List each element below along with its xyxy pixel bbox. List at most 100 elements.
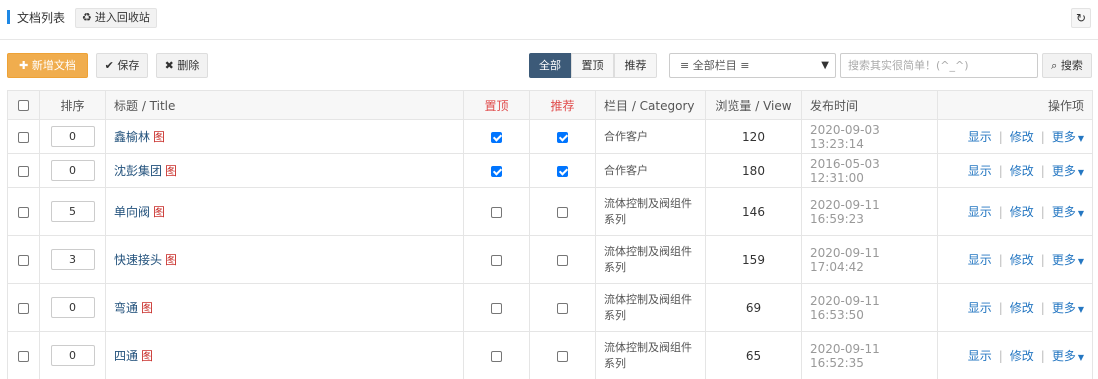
actions-cell: 显示 | 修改 | 更多 ▼ bbox=[937, 331, 1093, 379]
row-checkbox[interactable] bbox=[18, 302, 29, 314]
refresh-button[interactable]: ↻ bbox=[1071, 8, 1091, 28]
sort-input[interactable]: 3 bbox=[50, 249, 95, 270]
add-document-label: 新增文档 bbox=[31, 59, 76, 72]
recycle-bin-label: 进入回收站 bbox=[94, 11, 150, 24]
search-button[interactable]: ⌕ 搜索 bbox=[1042, 53, 1092, 78]
row-checkbox[interactable] bbox=[18, 165, 29, 177]
search-input[interactable] bbox=[840, 53, 1038, 78]
actions-cell: 显示 | 修改 | 更多 ▼ bbox=[937, 283, 1093, 332]
recycle-bin-button[interactable]: ♻ 进入回收站 bbox=[75, 8, 157, 28]
sort-input[interactable]: 0 bbox=[50, 160, 95, 181]
actions-cell: 显示 | 修改 | 更多 ▼ bbox=[937, 235, 1093, 284]
more-dropdown[interactable]: 更多 ▼ bbox=[1052, 349, 1084, 363]
recommend-checkbox[interactable] bbox=[557, 254, 568, 266]
row-select-cell bbox=[7, 331, 40, 379]
recommend-checkbox[interactable] bbox=[557, 206, 568, 218]
actions-cell: 显示 | 修改 | 更多 ▼ bbox=[937, 119, 1093, 154]
column-header-category[interactable]: 栏目 / Category bbox=[595, 90, 706, 120]
top-checkbox[interactable] bbox=[491, 165, 502, 177]
show-link[interactable]: 显示 bbox=[968, 301, 992, 315]
title-link[interactable]: 四通 bbox=[114, 349, 138, 363]
title-link[interactable]: 单向阀 bbox=[114, 205, 150, 219]
publish-time: 2020-09-11 16:52:35 bbox=[810, 341, 880, 370]
delete-button[interactable]: ✖ 删除 bbox=[156, 53, 208, 78]
category-cell: 合作客户 bbox=[595, 119, 706, 154]
category-select[interactable]: ≡ 全部栏目 ≡ ▼ bbox=[669, 53, 836, 78]
sort-input[interactable]: 5 bbox=[50, 201, 95, 222]
sort-input[interactable]: 0 bbox=[50, 297, 95, 318]
top-checkbox[interactable] bbox=[491, 350, 502, 362]
save-button[interactable]: ✔ 保存 bbox=[96, 53, 148, 78]
filter-recommend-button[interactable]: 推荐 bbox=[614, 53, 657, 78]
filter-all-button[interactable]: 全部 bbox=[529, 53, 571, 78]
edit-link[interactable]: 修改 bbox=[1010, 130, 1034, 144]
edit-link[interactable]: 修改 bbox=[1010, 349, 1034, 363]
row-checkbox[interactable] bbox=[18, 350, 29, 362]
recommend-checkbox[interactable] bbox=[557, 302, 568, 314]
show-link[interactable]: 显示 bbox=[968, 349, 992, 363]
title-cell: 鑫榆林图 bbox=[105, 119, 464, 154]
sort-cell: 0 bbox=[39, 283, 106, 332]
title-cell: 四通图 bbox=[105, 331, 464, 379]
show-link[interactable]: 显示 bbox=[968, 205, 992, 219]
top-checkbox[interactable] bbox=[491, 254, 502, 266]
column-header-top[interactable]: 置顶 bbox=[463, 90, 530, 120]
title-link[interactable]: 鑫榆林 bbox=[114, 130, 150, 144]
check-icon: ✔ bbox=[104, 59, 114, 72]
more-label: 更多 bbox=[1051, 164, 1076, 178]
column-header-sort[interactable]: 排序 bbox=[39, 90, 106, 120]
refresh-icon: ↻ bbox=[1075, 11, 1087, 25]
category-text: 流体控制及阀组件系列 bbox=[604, 292, 692, 322]
views-cell: 120 bbox=[705, 119, 802, 154]
search-label: 搜索 bbox=[1060, 59, 1083, 72]
row-checkbox[interactable] bbox=[18, 254, 29, 266]
picture-tag: 图 bbox=[165, 253, 178, 267]
time-cell: 2020-09-03 13:23:14 bbox=[801, 119, 938, 154]
table-header-row: 排序 标题 / Title 置顶 推荐 栏目 / Category 浏览量 / … bbox=[7, 90, 1093, 120]
show-link[interactable]: 显示 bbox=[968, 130, 992, 144]
document-table: 排序 标题 / Title 置顶 推荐 栏目 / Category 浏览量 / … bbox=[7, 90, 1093, 379]
title-link[interactable]: 快速接头 bbox=[114, 253, 162, 267]
edit-link[interactable]: 修改 bbox=[1010, 205, 1034, 219]
row-checkbox[interactable] bbox=[18, 131, 29, 143]
recommend-checkbox[interactable] bbox=[557, 165, 568, 177]
recommend-checkbox[interactable] bbox=[557, 131, 568, 143]
column-header-title[interactable]: 标题 / Title bbox=[105, 90, 464, 120]
publish-time: 2020-09-11 17:04:42 bbox=[810, 245, 880, 274]
row-checkbox[interactable] bbox=[18, 206, 29, 218]
edit-link[interactable]: 修改 bbox=[1010, 164, 1034, 178]
more-dropdown[interactable]: 更多 ▼ bbox=[1052, 253, 1084, 267]
top-checkbox[interactable] bbox=[491, 302, 502, 314]
separator: | bbox=[1040, 253, 1045, 267]
title-link[interactable]: 弯通 bbox=[114, 301, 138, 315]
recommend-checkbox[interactable] bbox=[557, 350, 568, 362]
filter-top-button[interactable]: 置顶 bbox=[571, 53, 614, 78]
show-link[interactable]: 显示 bbox=[968, 164, 992, 178]
views-cell: 69 bbox=[705, 283, 802, 332]
title-cell: 沈彭集团图 bbox=[105, 153, 464, 188]
edit-link[interactable]: 修改 bbox=[1010, 301, 1034, 315]
sort-input[interactable]: 0 bbox=[50, 345, 95, 366]
top-checkbox[interactable] bbox=[491, 206, 502, 218]
more-dropdown[interactable]: 更多 ▼ bbox=[1052, 301, 1084, 315]
picture-tag: 图 bbox=[141, 301, 154, 315]
category-text: 合作客户 bbox=[604, 163, 648, 177]
column-header-recommend[interactable]: 推荐 bbox=[529, 90, 596, 120]
column-header-time[interactable]: 发布时间 bbox=[801, 90, 938, 120]
show-link[interactable]: 显示 bbox=[968, 253, 992, 267]
more-dropdown[interactable]: 更多 ▼ bbox=[1052, 205, 1084, 219]
top-checkbox[interactable] bbox=[491, 131, 502, 143]
row-select-cell bbox=[7, 187, 40, 236]
select-all-checkbox[interactable] bbox=[18, 100, 29, 111]
more-dropdown[interactable]: 更多 ▼ bbox=[1052, 164, 1084, 178]
publish-time: 2020-09-11 16:59:23 bbox=[810, 197, 880, 226]
column-header-views[interactable]: 浏览量 / View bbox=[705, 90, 802, 120]
category-cell: 流体控制及阀组件系列 bbox=[595, 187, 706, 236]
edit-link[interactable]: 修改 bbox=[1010, 253, 1034, 267]
more-dropdown[interactable]: 更多 ▼ bbox=[1052, 130, 1084, 144]
recommend-cell bbox=[529, 187, 596, 236]
add-document-button[interactable]: ✚ 新增文档 bbox=[7, 53, 88, 78]
title-link[interactable]: 沈彭集团 bbox=[114, 164, 162, 178]
sort-input[interactable]: 0 bbox=[50, 126, 95, 147]
category-cell: 流体控制及阀组件系列 bbox=[595, 331, 706, 379]
